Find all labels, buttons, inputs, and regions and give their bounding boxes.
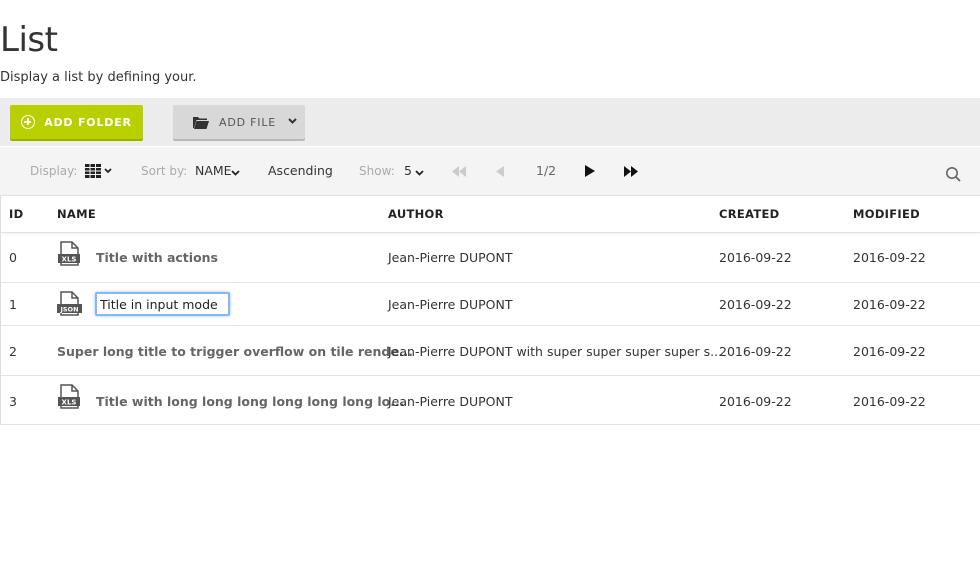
- add-folder-label: ADD FOLDER: [44, 115, 132, 129]
- table-row[interactable]: 2 Super long title to trigger overflow o…: [0, 326, 980, 376]
- column-header-id[interactable]: ID: [9, 207, 23, 221]
- row-created: 2016-09-22: [719, 394, 792, 409]
- show-count-select[interactable]: 5: [404, 164, 412, 178]
- row-created: 2016-09-22: [719, 297, 792, 312]
- row-modified: 2016-09-22: [853, 394, 926, 409]
- sort-order-toggle[interactable]: Ascending: [268, 164, 333, 178]
- row-created: 2016-09-22: [719, 344, 792, 359]
- add-file-button[interactable]: ADD FILE: [173, 105, 305, 139]
- json-file-icon: JSON: [57, 291, 83, 321]
- row-title[interactable]: Title with actions: [96, 250, 218, 265]
- last-page-icon[interactable]: [624, 166, 638, 180]
- xls-file-icon: XLS: [57, 384, 83, 414]
- svg-text:JSON: JSON: [59, 306, 78, 314]
- pagination-indicator: 1/2: [536, 163, 557, 178]
- show-label: Show:: [359, 164, 395, 178]
- row-id: 0: [9, 250, 17, 265]
- chevron-down-icon[interactable]: [288, 117, 297, 125]
- plus-circle-icon: [21, 115, 36, 129]
- display-label: Display:: [30, 164, 78, 178]
- sortby-label: Sort by:: [141, 164, 188, 178]
- row-id: 1: [9, 297, 17, 312]
- svg-text:XLS: XLS: [62, 256, 77, 264]
- chevron-down-icon[interactable]: [231, 166, 240, 180]
- svg-text:XLS: XLS: [62, 399, 77, 407]
- next-page-icon[interactable]: [584, 165, 595, 180]
- row-id: 3: [9, 394, 17, 409]
- table-row[interactable]: 3 XLS Title with long long long long lon…: [0, 376, 980, 425]
- row-created: 2016-09-22: [719, 250, 792, 265]
- table-row[interactable]: 1 JSON Jean-Pierre DUPONT 2016-09-22 201…: [0, 283, 980, 326]
- column-header-created[interactable]: CREATED: [719, 207, 780, 221]
- column-header-author[interactable]: AUTHOR: [388, 207, 444, 221]
- row-modified: 2016-09-22: [853, 250, 926, 265]
- table-view-icon[interactable]: [85, 164, 113, 181]
- column-header-name[interactable]: NAME: [57, 207, 96, 221]
- sort-field-select[interactable]: NAME: [195, 164, 232, 178]
- add-file-label: ADD FILE: [219, 115, 277, 129]
- row-modified: 2016-09-22: [853, 344, 926, 359]
- row-title[interactable]: Super long title to trigger overflow on …: [57, 344, 413, 359]
- row-author: Jean-Pierre DUPONT: [388, 394, 513, 409]
- add-folder-button[interactable]: ADD FOLDER: [10, 105, 143, 139]
- chevron-down-icon[interactable]: [415, 166, 424, 180]
- search-icon[interactable]: [945, 166, 961, 185]
- previous-page-icon[interactable]: [495, 166, 505, 180]
- table-header: ID NAME AUTHOR CREATED MODIFIED: [0, 196, 980, 233]
- list-toolbar: Display: Sort by: NAME Ascending Show: 5…: [0, 147, 980, 196]
- table-row[interactable]: 0 XLS Title with actions Jean-Pierre DUP…: [0, 233, 980, 283]
- table-left-border: [0, 196, 1, 424]
- row-modified: 2016-09-22: [853, 297, 926, 312]
- folder-open-icon: [193, 116, 209, 129]
- row-author: Jean-Pierre DUPONT: [388, 297, 513, 312]
- title-edit-input[interactable]: [95, 292, 230, 316]
- page-subtitle: Display a list by defining your.: [0, 70, 197, 85]
- action-bar: ADD FOLDER ADD FILE: [0, 98, 980, 146]
- first-page-icon[interactable]: [452, 166, 466, 180]
- row-author: Jean-Pierre DUPONT: [388, 250, 513, 265]
- items-table: ID NAME AUTHOR CREATED MODIFIED 0 XLS Ti…: [0, 196, 980, 425]
- column-header-modified[interactable]: MODIFIED: [853, 207, 920, 221]
- xls-file-icon: XLS: [57, 241, 83, 271]
- row-author: Jean-Pierre DUPONT with super super supe…: [388, 344, 723, 359]
- page-title: List: [0, 20, 58, 60]
- row-id: 2: [9, 344, 17, 359]
- row-title[interactable]: Title with long long long long long long…: [96, 394, 405, 409]
